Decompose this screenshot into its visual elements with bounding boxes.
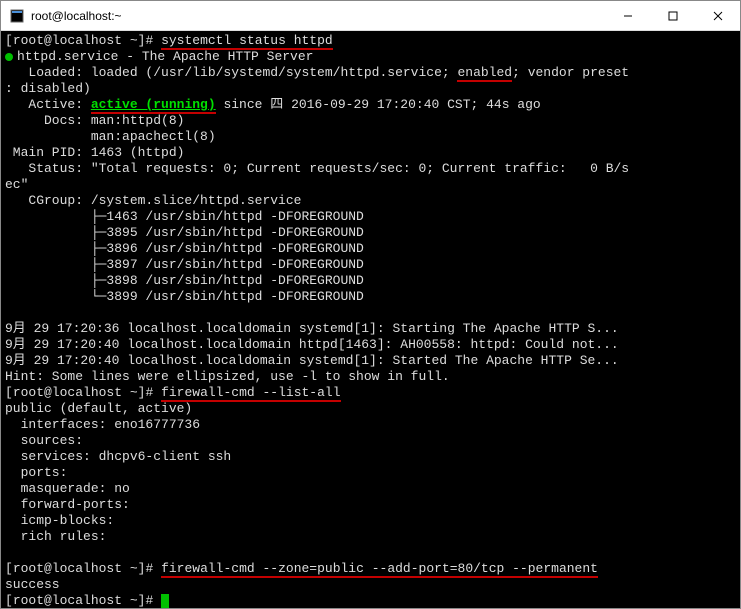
log-line-3: 9月 29 17:20:40 localhost.localdomain sys…: [5, 353, 619, 368]
prompt-2: [root@localhost ~]#: [5, 385, 153, 400]
log-line-2: 9月 29 17:20:40 localhost.localdomain htt…: [5, 337, 619, 352]
terminal-icon: [9, 8, 25, 24]
service-dot: [5, 49, 17, 64]
service-name: httpd.service - The Apache HTTP Server: [17, 49, 313, 64]
loaded-line: Loaded: loaded (/usr/lib/systemd/system/…: [5, 65, 629, 82]
mainpid-line: Main PID: 1463 (httpd): [5, 145, 184, 160]
window-controls: [605, 1, 740, 30]
prompt-4: [root@localhost ~]#: [5, 593, 153, 608]
cursor: [161, 594, 169, 608]
fw-fwdports: forward-ports:: [5, 497, 130, 512]
status-line-2: ec": [5, 177, 28, 192]
fw-zone: public (default, active): [5, 401, 192, 416]
disabled-line: : disabled): [5, 81, 91, 96]
terminal[interactable]: [root@localhost ~]# systemctl status htt…: [1, 31, 740, 608]
hint-line: Hint: Some lines were ellipsized, use -l…: [5, 369, 450, 384]
success-line: success: [5, 577, 60, 592]
close-button[interactable]: [695, 1, 740, 30]
fw-interfaces: interfaces: eno16777736: [5, 417, 200, 432]
minimize-button[interactable]: [605, 1, 650, 30]
prompt-3: [root@localhost ~]#: [5, 561, 153, 576]
process-1: ├─1463 /usr/sbin/httpd -DFOREGROUND: [5, 209, 364, 224]
process-3: ├─3896 /usr/sbin/httpd -DFOREGROUND: [5, 241, 364, 256]
command-3: firewall-cmd --zone=public --add-port=80…: [161, 561, 598, 578]
command-1: systemctl status httpd: [161, 33, 333, 50]
fw-sources: sources:: [5, 433, 83, 448]
active-line: Active: active (running) since 四 2016-09…: [5, 97, 541, 114]
fw-services: services: dhcpv6-client ssh: [5, 449, 231, 464]
fw-ports: ports:: [5, 465, 67, 480]
window-title: root@localhost:~: [31, 9, 605, 23]
process-2: ├─3895 /usr/sbin/httpd -DFOREGROUND: [5, 225, 364, 240]
fw-rich: rich rules:: [5, 529, 106, 544]
status-line: Status: "Total requests: 0; Current requ…: [5, 161, 629, 176]
window: root@localhost:~ [root@localhost ~]# sys…: [0, 0, 741, 609]
titlebar[interactable]: root@localhost:~: [1, 1, 740, 31]
docs-line-2: man:apachectl(8): [5, 129, 216, 144]
prompt: [root@localhost ~]#: [5, 33, 153, 48]
process-6: └─3899 /usr/sbin/httpd -DFOREGROUND: [5, 289, 364, 304]
cgroup-line: CGroup: /system.slice/httpd.service: [5, 193, 301, 208]
command-2: firewall-cmd --list-all: [161, 385, 340, 402]
docs-line-1: Docs: man:httpd(8): [5, 113, 184, 128]
fw-icmp: icmp-blocks:: [5, 513, 114, 528]
log-line-1: 9月 29 17:20:36 localhost.localdomain sys…: [5, 321, 619, 336]
fw-masq: masquerade: no: [5, 481, 130, 496]
maximize-button[interactable]: [650, 1, 695, 30]
process-4: ├─3897 /usr/sbin/httpd -DFOREGROUND: [5, 257, 364, 272]
process-5: ├─3898 /usr/sbin/httpd -DFOREGROUND: [5, 273, 364, 288]
